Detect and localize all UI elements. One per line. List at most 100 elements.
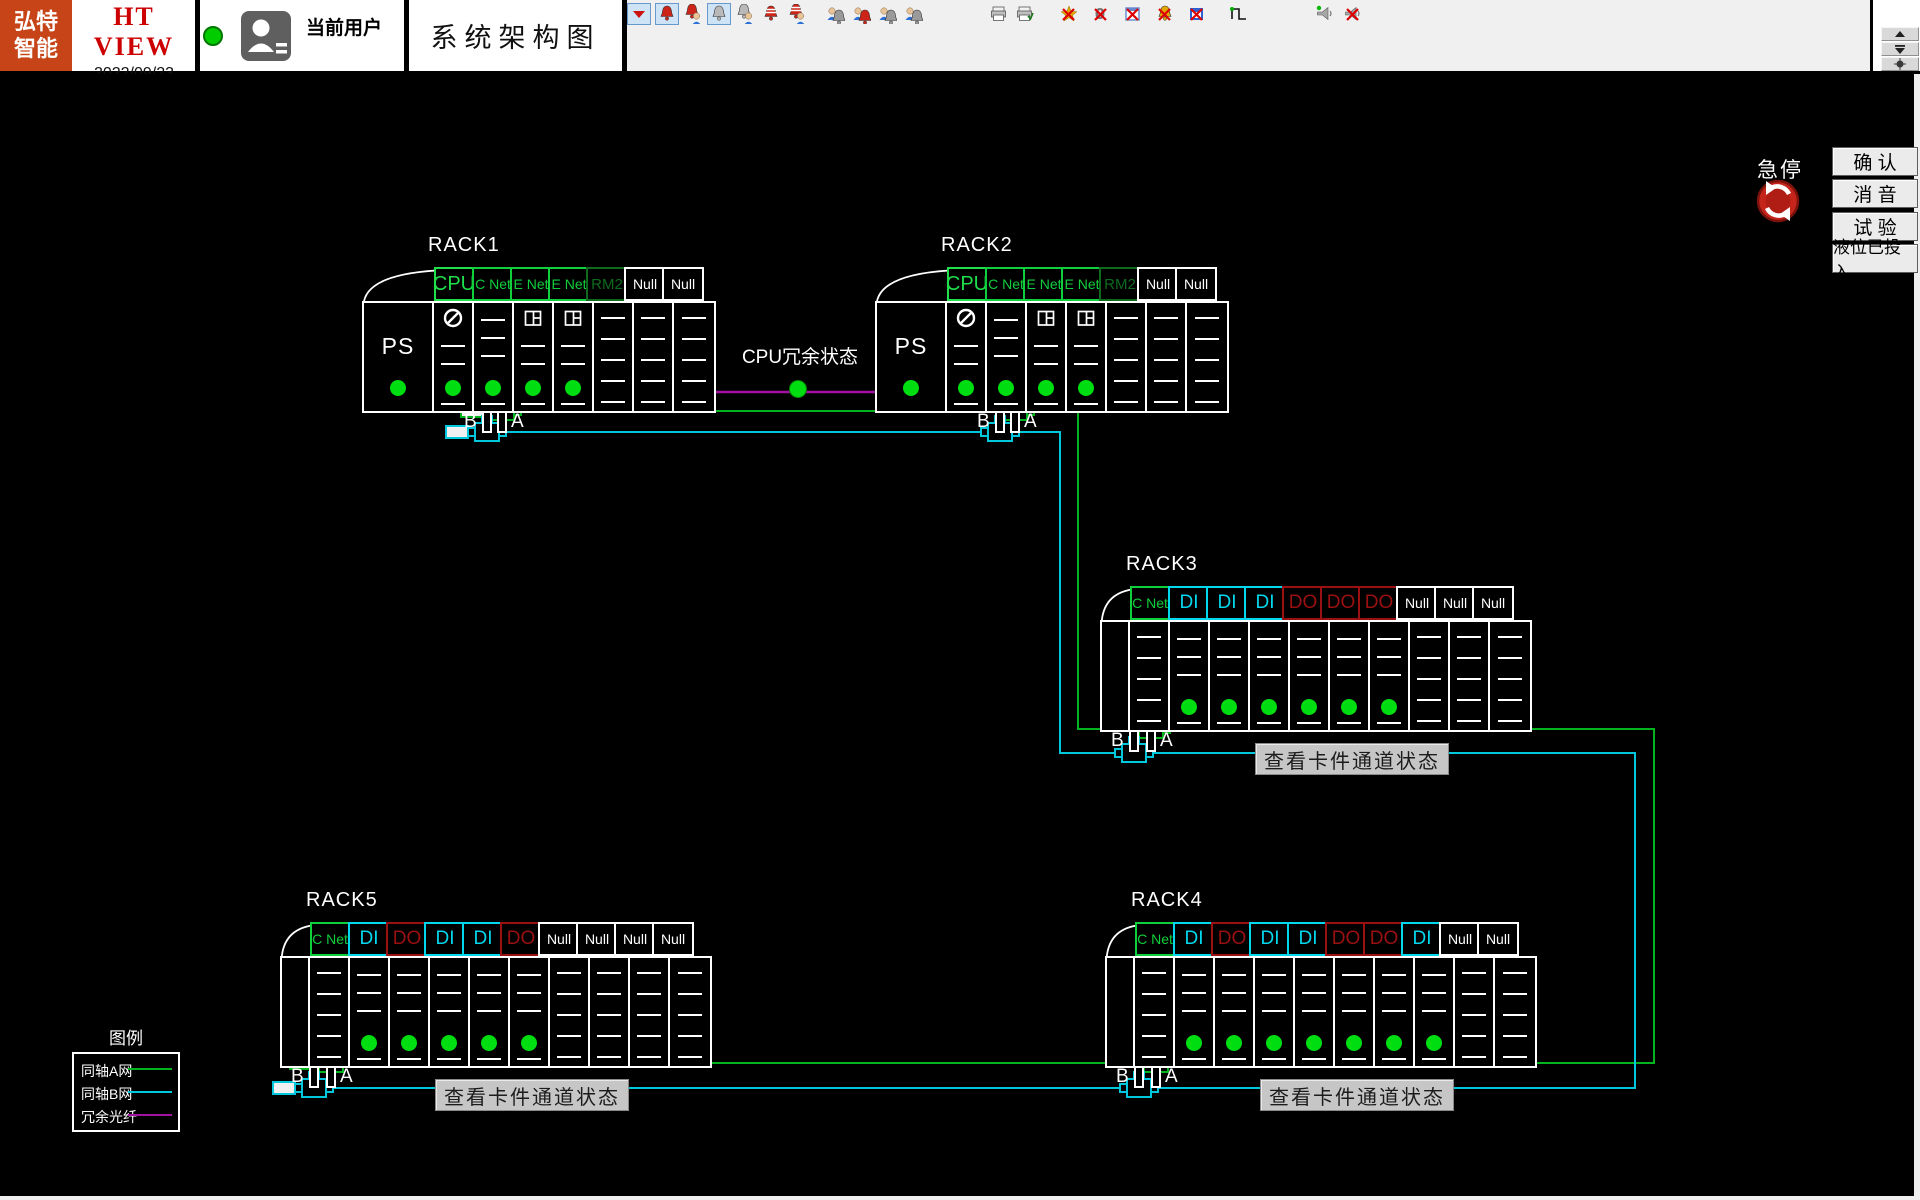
- slot-header-di: DI: [1287, 922, 1329, 956]
- view-channels-button-rack4[interactable]: 查看卡件通道状态: [1260, 1079, 1454, 1111]
- alarm-striped-bell-icon[interactable]: [759, 3, 783, 25]
- slot-card-null: [1490, 622, 1530, 730]
- card-vent: [517, 1058, 541, 1060]
- slot-label: DI: [436, 928, 455, 950]
- slot-card-enet: [554, 303, 594, 411]
- alarm-gray-bell-icon[interactable]: [707, 3, 731, 25]
- view-channels-button-rack3[interactable]: 查看卡件通道状态: [1255, 743, 1449, 775]
- card-vent: [1498, 657, 1522, 659]
- slot-card-do: [510, 958, 550, 1066]
- rack-title: RACK4: [1131, 889, 1203, 912]
- card-vent: [1262, 974, 1286, 976]
- alarm-gray-bell-user-icon[interactable]: [733, 3, 757, 25]
- card-status-dot: [998, 380, 1014, 396]
- card-vent: [1302, 1058, 1326, 1060]
- page-title: 系统架构图: [409, 0, 622, 71]
- print-setup-icon[interactable]: [1013, 3, 1037, 25]
- confirm-button[interactable]: 确 认: [1832, 147, 1918, 176]
- card-vent: [1137, 678, 1161, 680]
- card-vent: [1457, 720, 1481, 722]
- connector-label-a: A: [1024, 411, 1037, 433]
- card-status-dot: [1186, 1035, 1202, 1051]
- card-vent: [1382, 1058, 1406, 1060]
- card-vent: [1074, 363, 1098, 365]
- user-alarm-gray-3-icon[interactable]: [901, 3, 925, 25]
- card-vent: [641, 380, 665, 382]
- connector-b: [309, 1066, 319, 1088]
- card-vent: [1417, 699, 1441, 701]
- scroll-end-button[interactable]: [1881, 42, 1919, 56]
- slot-card-enet: [1027, 303, 1067, 411]
- card-vent: [477, 1010, 501, 1012]
- slot-header-di: DI: [1401, 922, 1443, 956]
- disable-zero-icon[interactable]: 0: [1089, 3, 1113, 25]
- legend-item: 冗余光纤: [74, 1105, 178, 1125]
- slot-card-null: [1147, 303, 1187, 411]
- user-icon[interactable]: [240, 10, 292, 67]
- disable-star-icon[interactable]: [1057, 3, 1081, 25]
- slot-label: E Net: [513, 276, 548, 292]
- estop-button[interactable]: [1755, 178, 1801, 224]
- level-engaged-button[interactable]: 液位已投入: [1832, 244, 1918, 273]
- card-vent: [1177, 638, 1201, 640]
- slot-label: E Net: [1026, 276, 1061, 292]
- view-channels-button-rack5[interactable]: 查看卡件通道状态: [435, 1079, 629, 1111]
- diagram-canvas: RACK1CPUC NetE NetE NetRM2NullNullPSBARA…: [0, 74, 1920, 1196]
- disable-bell-icon[interactable]: [1153, 3, 1177, 25]
- slot-card-null: [1187, 303, 1227, 411]
- scroll-up-button[interactable]: [1881, 27, 1919, 41]
- card-vent: [1342, 974, 1366, 976]
- mute-button[interactable]: 消 音: [1832, 179, 1918, 208]
- disable-panel-icon[interactable]: [1185, 3, 1209, 25]
- slot-label: E Net: [1064, 276, 1099, 292]
- misc-button[interactable]: [1881, 57, 1919, 71]
- slot-label: DI: [474, 928, 493, 950]
- card-vent: [317, 972, 341, 974]
- card-vent: [954, 363, 978, 365]
- announce-off-icon[interactable]: [1341, 3, 1365, 25]
- legend-item-label: 冗余光纤: [81, 1107, 137, 1127]
- rack-body: PS: [875, 301, 1229, 413]
- card-vent: [477, 974, 501, 976]
- alarm-striped-bell-user-icon[interactable]: [785, 3, 809, 25]
- trace-step-icon[interactable]: [1227, 3, 1251, 25]
- alarm-red-bell-user-icon[interactable]: [681, 3, 705, 25]
- card-vent: [637, 1014, 661, 1016]
- disable-window-icon[interactable]: [1121, 3, 1145, 25]
- slot-label: CPU: [946, 273, 988, 296]
- alarm-red-bell-icon[interactable]: [655, 3, 679, 25]
- alarm-dropdown-icon[interactable]: [627, 3, 651, 25]
- rack-body: [1100, 620, 1532, 732]
- ps-label: PS: [364, 333, 432, 360]
- card-vent: [1342, 992, 1366, 994]
- card-status-dot: [401, 1035, 417, 1051]
- card-vent: [954, 345, 978, 347]
- card-vent: [1182, 1010, 1206, 1012]
- card-vent: [557, 1056, 581, 1058]
- card-vent: [441, 403, 465, 405]
- user-alarm-gray-1-icon[interactable]: [823, 3, 847, 25]
- slot-label: DI: [1180, 592, 1199, 614]
- slot-label: C Net: [312, 931, 348, 947]
- rack-rack2: RACK2CPUC NetE NetE NetRM2NullNullPSBA: [875, 234, 1229, 439]
- card-vent: [678, 1014, 702, 1016]
- slot-label: Null: [1486, 931, 1510, 947]
- announce-on-icon[interactable]: [1313, 3, 1337, 25]
- connector-label-a: A: [1160, 730, 1173, 752]
- user-alarm-red-icon[interactable]: [849, 3, 873, 25]
- card-vent: [441, 345, 465, 347]
- header-divider: [195, 0, 200, 71]
- card-vent: [1177, 722, 1201, 724]
- slot-header-do: DO: [1211, 922, 1253, 956]
- card-status-dot: [485, 380, 501, 396]
- slot-header-cnet: C Net: [472, 267, 514, 301]
- print-icon[interactable]: [987, 3, 1011, 25]
- card-vent: [1382, 974, 1406, 976]
- slot-label: Null: [1146, 276, 1170, 292]
- user-alarm-gray-2-icon[interactable]: [875, 3, 899, 25]
- card-vent: [477, 1058, 501, 1060]
- slot-card-cnet: [987, 303, 1027, 411]
- connector-b: [995, 411, 1005, 433]
- card-vent: [1195, 317, 1219, 319]
- card-vent: [1195, 338, 1219, 340]
